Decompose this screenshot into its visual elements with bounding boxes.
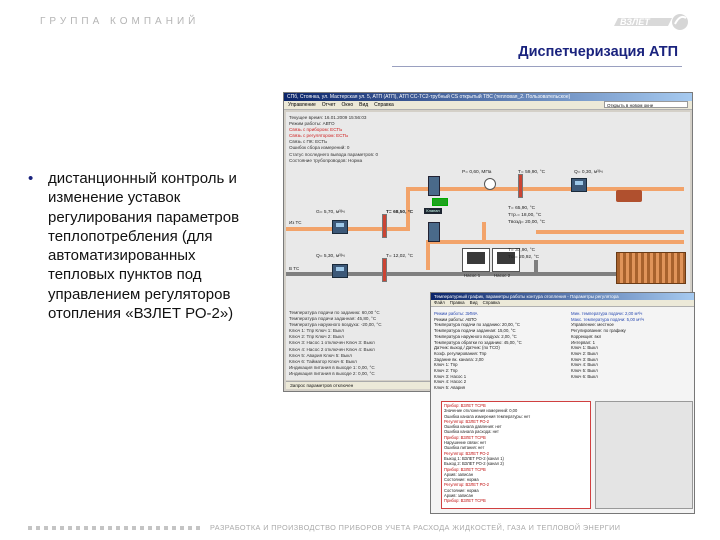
parameter-line: Ключ 3: Насос 1 отключен Ключ 3: Выкл [289, 340, 375, 346]
return-pipe-riser [534, 260, 538, 274]
supply-pipe-riser [406, 187, 410, 227]
temperature-supply: T= 65,90, °C [508, 206, 536, 211]
regulator-left-column: Режим работы: ЗИМА Режим работы: АВТО Те… [434, 311, 561, 391]
param-line: Ключ 6: Выкл [571, 373, 598, 379]
bullet-text: дистанционный контроль и изменение устав… [48, 170, 240, 323]
title-divider [392, 66, 682, 67]
thermometer-icon [382, 214, 387, 238]
temperature-reading-mid: T= 68,50, °C [386, 210, 414, 215]
parameter-line: Индикация питания в выходе 2: 0,00, °C [289, 370, 375, 376]
flow-meter-return [332, 264, 348, 278]
status-line: Статус последнего вывода параметров: 0 [289, 151, 379, 157]
pump-1-icon[interactable]: Насос 1 [462, 248, 490, 278]
status-lines: Текущее время: 16.01.2009 15:56:03 Режим… [289, 115, 378, 164]
bullet-marker: • [28, 170, 34, 187]
flow-meter-inlet [332, 220, 348, 234]
menu-item[interactable]: Окно [342, 101, 354, 109]
menu-item[interactable]: Справка [483, 300, 500, 306]
page-title: Диспетчеризация АТП [518, 44, 678, 60]
temperature-return: T= 37,90, °C [508, 248, 536, 253]
menu-item[interactable]: Вид [470, 300, 478, 306]
to-ts-label: В ТС [289, 266, 300, 271]
footer-dotted-rule [28, 526, 204, 530]
temperature-pipe: Tтр.= 18,00, °C [508, 213, 542, 218]
menu-item[interactable]: Вид [359, 101, 368, 109]
pressure-gauge-icon [484, 178, 496, 190]
menu-item[interactable]: Отчет [322, 101, 336, 109]
temperature-reading-bottom: T= 12,02, °C [386, 254, 414, 259]
mixing-valve-icon[interactable] [428, 222, 440, 242]
param-line: Ключ 5: Авария [434, 385, 465, 391]
flow-reading: Q= 0,30, м³/ч [574, 170, 603, 175]
supply-pipe-vertical [426, 240, 430, 270]
logo-text: ВЗЛЕТ [620, 17, 651, 27]
regulator-right-column: Мин. температура подачи: 2,00 м³/ч Макс.… [571, 311, 691, 379]
regulator-side-panel [595, 401, 693, 509]
error-log-panel[interactable]: Прибор: ВЗЛЕТ ТСРВ Значение отклонения и… [441, 401, 591, 509]
supply-pipe-mid [426, 240, 684, 244]
regulator-parameters: Температура подачи по заданию: 60,00 °C … [289, 310, 382, 377]
control-valve-icon[interactable] [428, 176, 440, 196]
company-group-label: ГРУППА КОМПАНИЙ [40, 16, 200, 27]
flow-reading-inlet: G= 5,70, м³/ч [316, 210, 345, 215]
scada-window-title: СПб, Стоянка, ул. Мастерская ул. 5, АТП … [284, 93, 692, 101]
menu-item[interactable]: Справка [374, 101, 394, 109]
thermometer-icon [518, 174, 523, 198]
flow-reading-return: Q= 5,30, м³/ч [316, 254, 345, 259]
temperature-reading: T= 59,90, °C [518, 170, 546, 175]
supply-pipe-top [406, 187, 684, 191]
regulator-window-title: Температурный график, параметры работы к… [431, 293, 694, 300]
temperature-air: Tвозд= 20,00, °C [508, 220, 546, 225]
open-in-window-dropdown[interactable]: Открыть в новом окне [604, 101, 688, 108]
supply-pipe-branch [482, 222, 486, 242]
supply-pipe-inlet [286, 227, 410, 231]
pump-2-label: Насос 2 [494, 273, 511, 278]
heat-meter-top [571, 178, 587, 192]
menu-item[interactable]: Правка [450, 300, 465, 306]
from-ts-label: Из ТС [289, 220, 302, 225]
valve-label: Клапан [424, 208, 442, 214]
pump-1-label: Насос 1 [464, 273, 481, 278]
radiator-icon [616, 252, 686, 284]
status-line: Состояние трубопроводов: Норма [289, 157, 363, 163]
temperature-outdoor: Tо.= 20,92, °C [508, 255, 540, 260]
vzlet-logo: ВЗЛЕТ [614, 14, 688, 30]
menu-item[interactable]: Управление [288, 101, 316, 109]
thermometer-icon [382, 258, 387, 282]
water-tap-icon [616, 190, 642, 202]
footer-tagline: РАЗРАБОТКА И ПРОИЗВОДСТВО ПРИБОРОВ УЧЕТА… [210, 523, 621, 532]
supply-pipe-radiator [536, 230, 684, 234]
parameter-line: Ключ 4: Насос 2 отключен Ключ 4: Выкл [289, 346, 375, 352]
menu-item[interactable]: Файл [434, 300, 445, 306]
regulator-parameters-window: Температурный график, параметры работы к… [430, 292, 695, 514]
valve-status-indicator [432, 198, 448, 206]
pressure-reading: P= 0,60, МПа [462, 170, 492, 175]
regulator-menubar: Файл Правка Вид Справка [431, 300, 694, 307]
log-line: Прибор: ВЗЛЕТ ТСРВ [444, 498, 486, 504]
